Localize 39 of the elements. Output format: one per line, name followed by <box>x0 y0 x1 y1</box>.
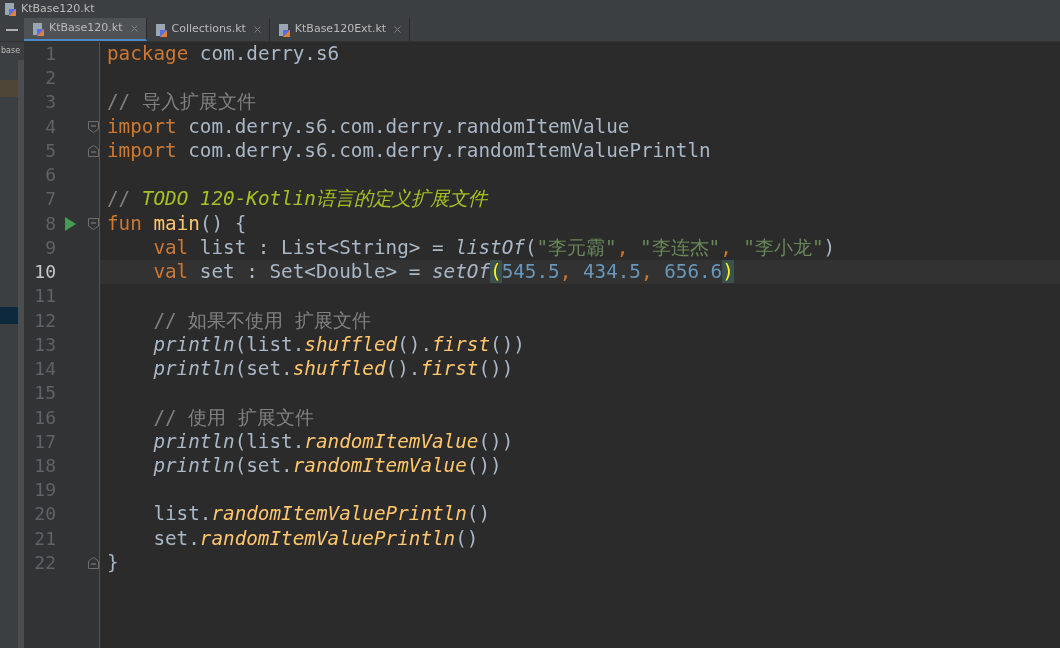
code-line: fun main() { <box>107 211 247 235</box>
code-line: package com.derry.s6 <box>107 42 340 65</box>
kotlin-file-icon <box>32 21 45 36</box>
fold-marker-icon[interactable] <box>88 120 99 133</box>
code-line: val list : List<String> = listOf("李元霸", "李连杰", "李小龙") <box>153 235 836 259</box>
fold-marker-icon[interactable] <box>88 145 99 158</box>
kotlin-file-icon <box>154 22 168 37</box>
code-line: // 使用 扩展文件 <box>153 405 314 429</box>
scrollbar[interactable] <box>18 60 24 648</box>
selected-tree-row <box>0 307 18 324</box>
window-title: KtBase120.kt <box>21 0 95 17</box>
close-icon[interactable] <box>130 25 138 32</box>
fold-marker-icon[interactable] <box>88 557 99 570</box>
code-line: import com.derry.s6.com.derry.randomItemValue <box>107 114 630 138</box>
editor-tab[interactable]: KtBase120.kt <box>24 18 147 41</box>
code-line: // TODO 120-Kotlin语言的定义扩展文件 <box>107 187 487 211</box>
kotlin-file-icon <box>4 2 17 16</box>
code-line: list.randomItemValuePrintln() <box>153 502 491 526</box>
close-icon[interactable] <box>394 26 402 33</box>
run-icon[interactable] <box>64 216 76 231</box>
editor-tab[interactable]: KtBase120Ext.kt <box>269 18 411 41</box>
editor-tab[interactable]: Collections.kt <box>146 18 270 41</box>
code-line: // 导入扩展文件 <box>107 90 256 114</box>
project-tree-item[interactable]: base <box>0 42 24 60</box>
fold-marker-icon[interactable] <box>88 217 99 230</box>
code-line: println(list.shuffled().first()) <box>153 332 525 356</box>
line-number: 10 <box>33 260 56 285</box>
code-line: // 如果不使用 扩展文件 <box>153 308 371 332</box>
code-line: set.randomItemValuePrintln() <box>153 526 479 550</box>
code-line: println(set.randomItemValue()) <box>153 454 502 477</box>
highlighted-tree-row <box>0 80 18 97</box>
code-line: println(list.randomItemValue()) <box>153 429 514 453</box>
kotlin-file-icon <box>277 22 291 37</box>
minimize-icon[interactable] <box>6 28 18 31</box>
close-icon[interactable] <box>253 26 261 33</box>
code-line: import com.derry.s6.com.derry.randomItemValuePrintln <box>107 138 711 162</box>
code-line: println(set.shuffled().first()) <box>153 357 514 381</box>
code-line: val set : Set<Double> = setOf(545.5, 434.5, 656.6) <box>153 260 734 284</box>
code-line: } <box>107 550 119 574</box>
